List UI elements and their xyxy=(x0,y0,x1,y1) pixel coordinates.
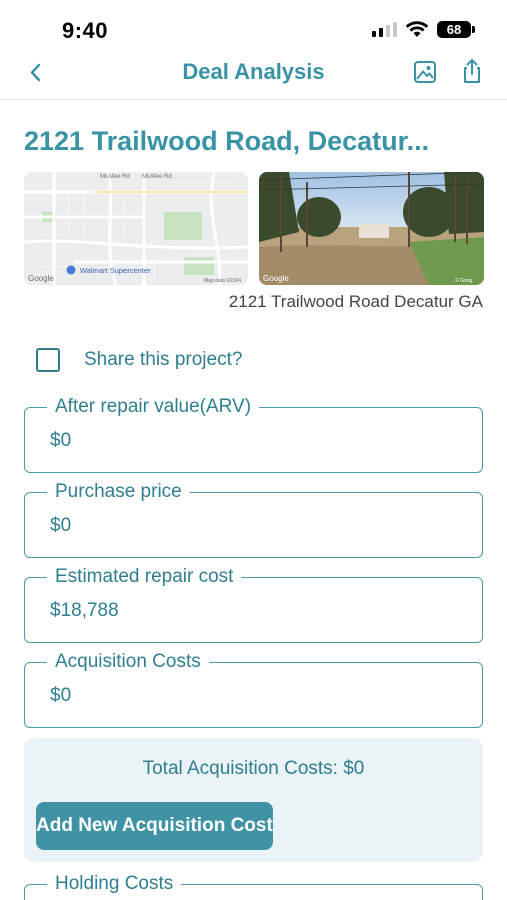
map-road-label: McAfee Rd xyxy=(100,174,130,180)
map-logo: Google xyxy=(28,274,54,283)
street-view-logo: Google xyxy=(263,274,289,283)
field-value[interactable]: $0 xyxy=(50,685,71,707)
holding-costs-field[interactable]: Holding Costs xyxy=(24,872,483,900)
total-acquisition-costs: Total Acquisition Costs: $0 xyxy=(142,758,365,779)
acquisition-summary-panel: Total Acquisition Costs: $0 Add New Acqu… xyxy=(24,738,483,862)
field-label: Estimated repair cost xyxy=(47,565,242,589)
status-bar: 9:40 68 xyxy=(0,0,507,50)
map-poi-label: Walmart Supercenter xyxy=(80,266,151,275)
field-value[interactable]: $18,788 xyxy=(50,600,119,622)
map-image: McAfee Rd McAfee Rd Walmart Supercenter … xyxy=(24,172,248,285)
acquisition-costs-field[interactable]: Acquisition Costs $0 xyxy=(24,650,483,728)
map-pin-icon xyxy=(66,265,76,275)
field-value[interactable]: $0 xyxy=(50,515,71,537)
share-project-row[interactable]: Share this project? xyxy=(36,348,242,372)
cellular-signal-icon xyxy=(372,21,397,37)
nav-bar: Deal Analysis xyxy=(0,50,507,100)
street-view-image: Google © Goog xyxy=(259,172,484,285)
field-label: Purchase price xyxy=(47,480,190,504)
map-thumbnail[interactable]: McAfee Rd McAfee Rd Walmart Supercenter … xyxy=(24,172,248,285)
share-project-label: Share this project? xyxy=(84,349,243,370)
map-road-label: McAfee Rd xyxy=(142,174,172,180)
field-label: Acquisition Costs xyxy=(47,650,209,674)
property-caption: 2121 Trailwood Road Decatur GA xyxy=(228,292,483,311)
field-label: Holding Costs xyxy=(47,872,182,896)
share-project-checkbox[interactable] xyxy=(36,348,60,372)
add-acquisition-cost-button[interactable]: Add New Acquisition Cost xyxy=(36,802,273,850)
purchase-price-field[interactable]: Purchase price $0 xyxy=(24,480,483,558)
property-address-title: 2121 Trailwood Road, Decatur... xyxy=(24,126,430,156)
map-attribution: Map data ©2024 xyxy=(204,277,241,284)
wifi-icon xyxy=(405,21,429,37)
street-view-attribution: © Goog xyxy=(455,277,473,284)
street-view-thumbnail[interactable]: Google © Goog xyxy=(259,172,484,285)
arv-field[interactable]: After repair value(ARV) $0 xyxy=(24,395,483,473)
field-label: After repair value(ARV) xyxy=(47,395,260,419)
status-time: 9:40 xyxy=(62,18,109,43)
field-value[interactable]: $0 xyxy=(50,430,71,452)
battery-icon: 68 xyxy=(437,20,475,38)
photo-icon[interactable] xyxy=(412,59,438,85)
share-icon[interactable] xyxy=(458,57,486,85)
status-icons: 68 xyxy=(372,20,475,38)
battery-level: 68 xyxy=(446,21,462,37)
repair-cost-field[interactable]: Estimated repair cost $18,788 xyxy=(24,565,483,643)
